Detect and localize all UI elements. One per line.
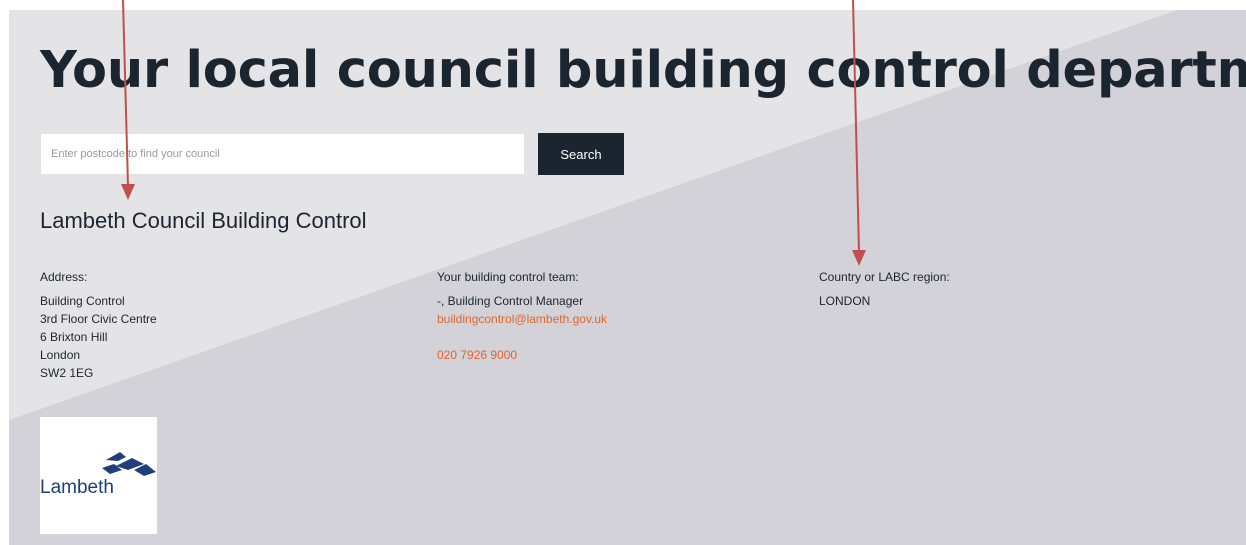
lambeth-logo: Lambeth	[40, 417, 157, 534]
address-section: Address: Building Control 3rd Floor Civi…	[40, 269, 370, 382]
team-contact: -, Building Control Manager	[437, 294, 584, 308]
team-section: Your building control team: -, Building …	[437, 269, 767, 364]
address-line: 3rd Floor Civic Centre	[40, 312, 157, 326]
search-button[interactable]: Search	[538, 133, 624, 175]
address-line: Building Control	[40, 294, 125, 308]
region-label: Country or LABC region:	[819, 270, 950, 284]
postcode-search-input[interactable]	[40, 133, 525, 175]
logo-wave-icon	[102, 452, 156, 476]
phone-link[interactable]: 020 7926 9000	[437, 346, 767, 364]
page-title: Your local council building control depa…	[40, 41, 1246, 100]
team-label: Your building control team:	[437, 270, 579, 284]
logo-text: Lambeth	[40, 477, 114, 498]
address-line: London	[40, 348, 81, 362]
address-label: Address:	[40, 270, 88, 284]
address-line: SW2 1EG	[40, 366, 94, 380]
council-name: Lambeth Council Building Control	[40, 208, 367, 233]
address-line: 6 Brixton Hill	[40, 330, 108, 344]
email-link[interactable]: buildingcontrol@lambeth.gov.uk	[437, 310, 767, 328]
council-lookup-panel: Your local council building control depa…	[9, 10, 1246, 545]
region-value: LONDON	[819, 294, 871, 308]
region-section: Country or LABC region: LONDON	[819, 269, 1149, 310]
